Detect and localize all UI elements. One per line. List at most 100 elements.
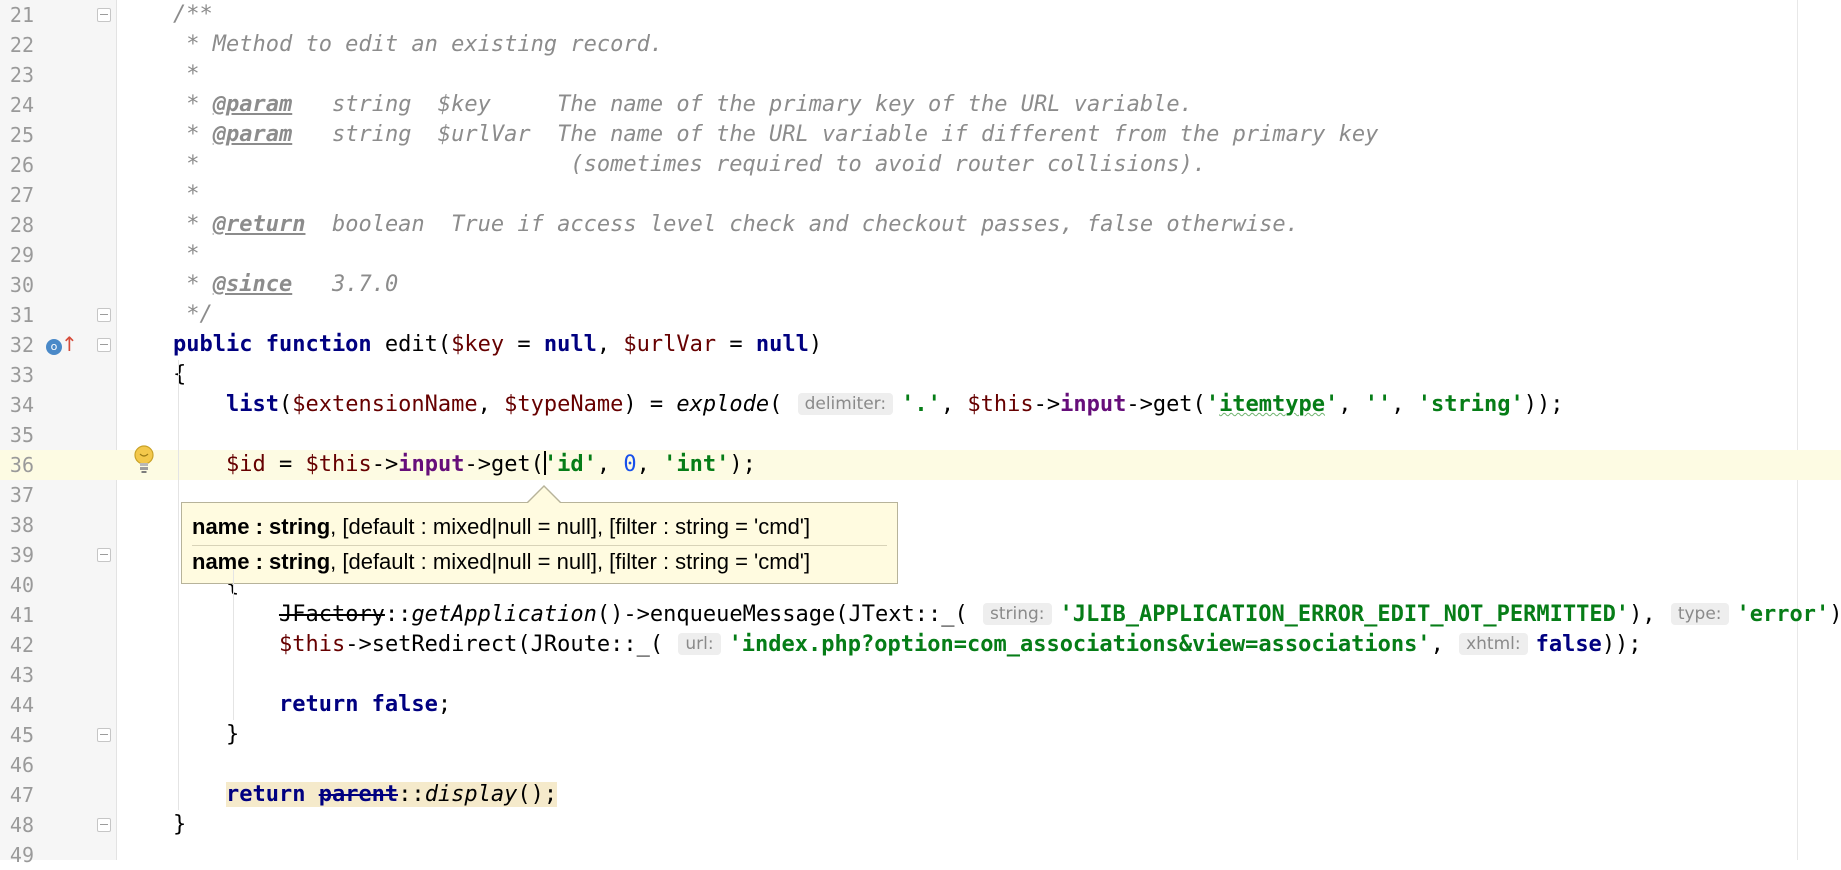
code-token: * [173,182,200,207]
override-method-icon[interactable]: o [46,339,62,355]
code-token: 'string' [1417,392,1524,417]
code-text[interactable]: * @param string $urlVar The name of the … [173,120,1378,150]
code-line[interactable]: 21 /** [0,0,1841,30]
code-line[interactable]: 27 * [0,180,1841,210]
code-token: * Method to edit an existing record. [173,32,664,57]
code-token: $this [305,452,372,477]
indent-guide [178,360,179,810]
override-arrow-icon[interactable]: ↑ [61,332,78,356]
code-text[interactable]: * @since 3.7.0 [173,270,398,300]
code-line[interactable]: 34 list($extensionName, $typeName) = exp… [0,390,1841,420]
fold-toggle-icon[interactable] [97,548,111,562]
code-text[interactable]: JFactory::getApplication()->enqueueMessa… [173,600,1841,630]
code-line[interactable]: 31 */ [0,300,1841,330]
code-line[interactable]: 23 * [0,60,1841,90]
code-token: , [477,392,505,417]
fold-toggle-icon[interactable] [97,728,111,742]
lightbulb-icon[interactable] [132,444,156,476]
code-token: , [940,392,968,417]
line-number: 41 [9,603,34,627]
line-number: 47 [9,783,34,807]
code-token: input [1060,392,1127,417]
code-text[interactable]: * [173,180,200,210]
code-line[interactable]: 48} [0,810,1841,840]
code-text[interactable]: public function edit($key = null, $urlVa… [173,330,822,360]
code-text[interactable]: $id = $this->input->get('id', 0, 'int'); [173,450,756,480]
code-line[interactable]: 22 * Method to edit an existing record. [0,30,1841,60]
inlay-hint: type: [1670,603,1729,625]
code-token: false [1535,632,1602,657]
code-line[interactable]: 42 $this->setRedirect(JRoute::_( url: 'in… [0,630,1841,660]
code-line[interactable]: 28 * @return boolean True if access leve… [0,210,1841,240]
code-text[interactable]: /** [173,0,213,30]
code-line[interactable]: 46 [0,750,1841,780]
code-editor[interactable]: 21 /** 22 * Method to edit an existing rec… [0,0,1841,867]
code-token: = [716,332,756,357]
code-text[interactable]: * @return boolean True if access level c… [173,210,1299,240]
code-text[interactable]: } [173,720,239,750]
code-token: -> [371,452,399,477]
code-token: input [398,452,465,477]
indent-guide [233,570,234,720]
line-number: 21 [9,3,34,27]
code-token: -> [1033,392,1061,417]
code-token: $typeName [504,392,624,417]
fold-toggle-icon[interactable] [97,308,111,322]
code-line[interactable]: 41 JFactory::getApplication()->enqueueMe… [0,600,1841,630]
code-text[interactable]: * [173,60,199,90]
code-text[interactable]: * [173,240,200,270]
code-token: , [596,452,624,477]
code-text[interactable]: list($extensionName, $typeName) = explod… [173,390,1564,420]
code-token: ; [437,692,452,717]
code-line[interactable]: 29 * [0,240,1841,270]
fold-toggle-icon[interactable] [97,8,111,22]
line-number: 29 [9,243,34,267]
code-line[interactable]: 43 [0,660,1841,690]
code-text[interactable]: } [173,810,186,840]
code-token: ->get( [464,452,544,477]
code-token: display [424,782,518,807]
parameter-info-tooltip: name : string, [default : mixed|null = n… [181,502,898,584]
code-token: * [173,272,213,297]
code-text[interactable]: return false; [173,690,451,720]
code-token: , [1430,632,1458,657]
code-line[interactable]: 49 [0,840,1841,870]
code-line[interactable]: 33 { [0,360,1841,390]
code-line[interactable]: 36 $id = $this->input->get('id', 0, 'int… [0,450,1841,480]
code-line[interactable]: 44 return false; [0,690,1841,720]
line-number: 28 [9,213,34,237]
code-token: * [173,242,200,267]
code-line[interactable]: 47 return parent::display(); [0,780,1841,810]
code-line[interactable]: 35 [0,420,1841,450]
code-line[interactable]: 45 } [0,720,1841,750]
code-text[interactable]: * Method to edit an existing record. [173,30,663,60]
inlay-hint: delimiter: [797,393,894,415]
code-token: = [504,332,544,357]
fold-toggle-icon[interactable] [97,338,111,352]
code-token: 'index.php?option=com_associations&view=… [728,632,1431,657]
code-token: public function [173,332,385,357]
code-token: ' [1205,392,1220,417]
code-token: $extensionName [292,392,478,417]
code-text[interactable]: { [173,360,186,390]
code-text[interactable]: * @param string $key The name of the pri… [173,90,1193,120]
code-token: 3.7.0 [292,272,399,297]
line-number: 27 [9,183,34,207]
code-token: */ [173,302,213,327]
code-token: ); [1829,602,1841,627]
code-text[interactable]: $this->setRedirect(JRoute::_( url: 'index… [173,630,1642,660]
code-text[interactable]: */ [173,300,213,330]
code-line[interactable]: 30 * @since 3.7.0 [0,270,1841,300]
code-line[interactable]: 32 public function edit($key = null, $url… [0,330,1841,360]
code-text[interactable]: return parent::display(); [173,780,558,810]
code-token: } [173,812,187,837]
fold-toggle-icon[interactable] [97,818,111,832]
code-line[interactable]: 24 * @param string $key The name of the … [0,90,1841,120]
code-line[interactable]: 25 * @param string $urlVar The name of t… [0,120,1841,150]
code-text[interactable]: * (sometimes required to avoid router co… [173,150,1206,180]
code-line[interactable]: 26 * (sometimes required to avoid router… [0,150,1841,180]
